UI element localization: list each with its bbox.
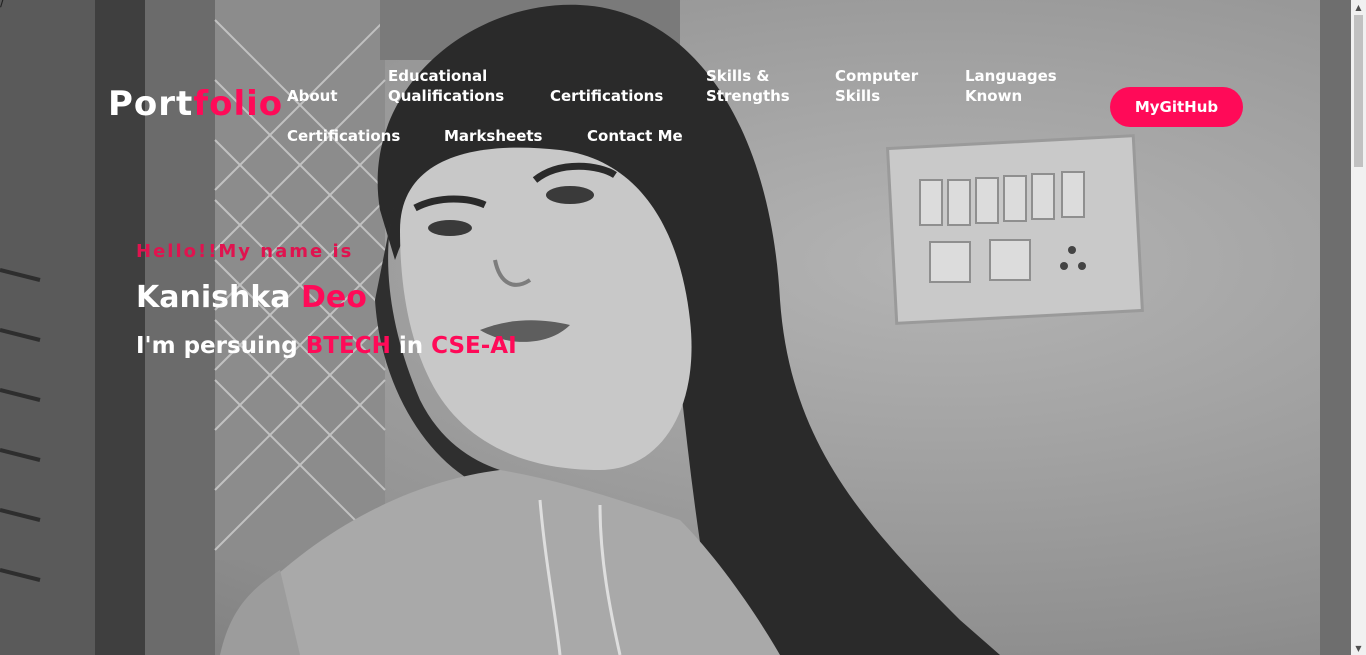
- hero-in-word: in: [398, 333, 424, 359]
- hero-degree: BTECH: [305, 333, 391, 359]
- logo-text-accent: folio: [193, 84, 284, 124]
- hero-last-name: Deo: [301, 280, 367, 315]
- nav-label-line1: Skills &: [706, 67, 770, 85]
- nav-label-line1: Educational: [388, 67, 488, 85]
- hero-study-line: I'm persuing BTECH in CSE-AI: [136, 333, 517, 359]
- nav-label-line2: Known: [965, 87, 1023, 105]
- logo-text-white: Port: [108, 84, 194, 124]
- mygithub-button[interactable]: MyGitHub: [1110, 87, 1243, 127]
- hero-study-prefix: I'm persuing: [136, 333, 298, 359]
- nav-link-certifications-2[interactable]: Certifications: [287, 126, 400, 146]
- nav-label-line2: Strengths: [706, 87, 790, 105]
- hero-greeting: Hello!!My name is: [136, 241, 354, 262]
- nav-link-computer-skills[interactable]: Computer Skills: [835, 66, 918, 106]
- nav-link-skills-strengths[interactable]: Skills & Strengths: [706, 66, 790, 106]
- nav-label-line1: Languages: [965, 67, 1057, 85]
- nav-link-contact-me[interactable]: Contact Me: [587, 126, 683, 146]
- scroll-down-arrow-icon[interactable]: ▼: [1351, 641, 1366, 655]
- page-scrollbar[interactable]: ▲ ▼: [1351, 0, 1366, 655]
- nav-label-line1: Computer: [835, 67, 919, 85]
- hero-branch: CSE-AI: [431, 333, 517, 359]
- portfolio-logo[interactable]: Portfolio: [108, 84, 283, 124]
- portfolio-page: / Portfolio About Educational Qualificat…: [0, 0, 1366, 655]
- nav-label-line2: Skills: [835, 87, 881, 105]
- scrollbar-thumb[interactable]: [1354, 15, 1363, 167]
- hero-first-name: Kanishka: [136, 280, 291, 315]
- nav-link-marksheets[interactable]: Marksheets: [444, 126, 542, 146]
- hero-name: Kanishka Deo: [136, 280, 367, 315]
- nav-link-educational-qualifications[interactable]: Educational Qualifications: [388, 66, 504, 106]
- scroll-up-arrow-icon[interactable]: ▲: [1351, 0, 1366, 14]
- nav-label-line2: Qualifications: [388, 87, 505, 105]
- nav-link-certifications[interactable]: Certifications: [550, 86, 663, 106]
- nav-link-languages-known[interactable]: Languages Known: [965, 66, 1057, 106]
- nav-link-about[interactable]: About: [287, 86, 338, 106]
- stray-slash-text: /: [0, 0, 5, 10]
